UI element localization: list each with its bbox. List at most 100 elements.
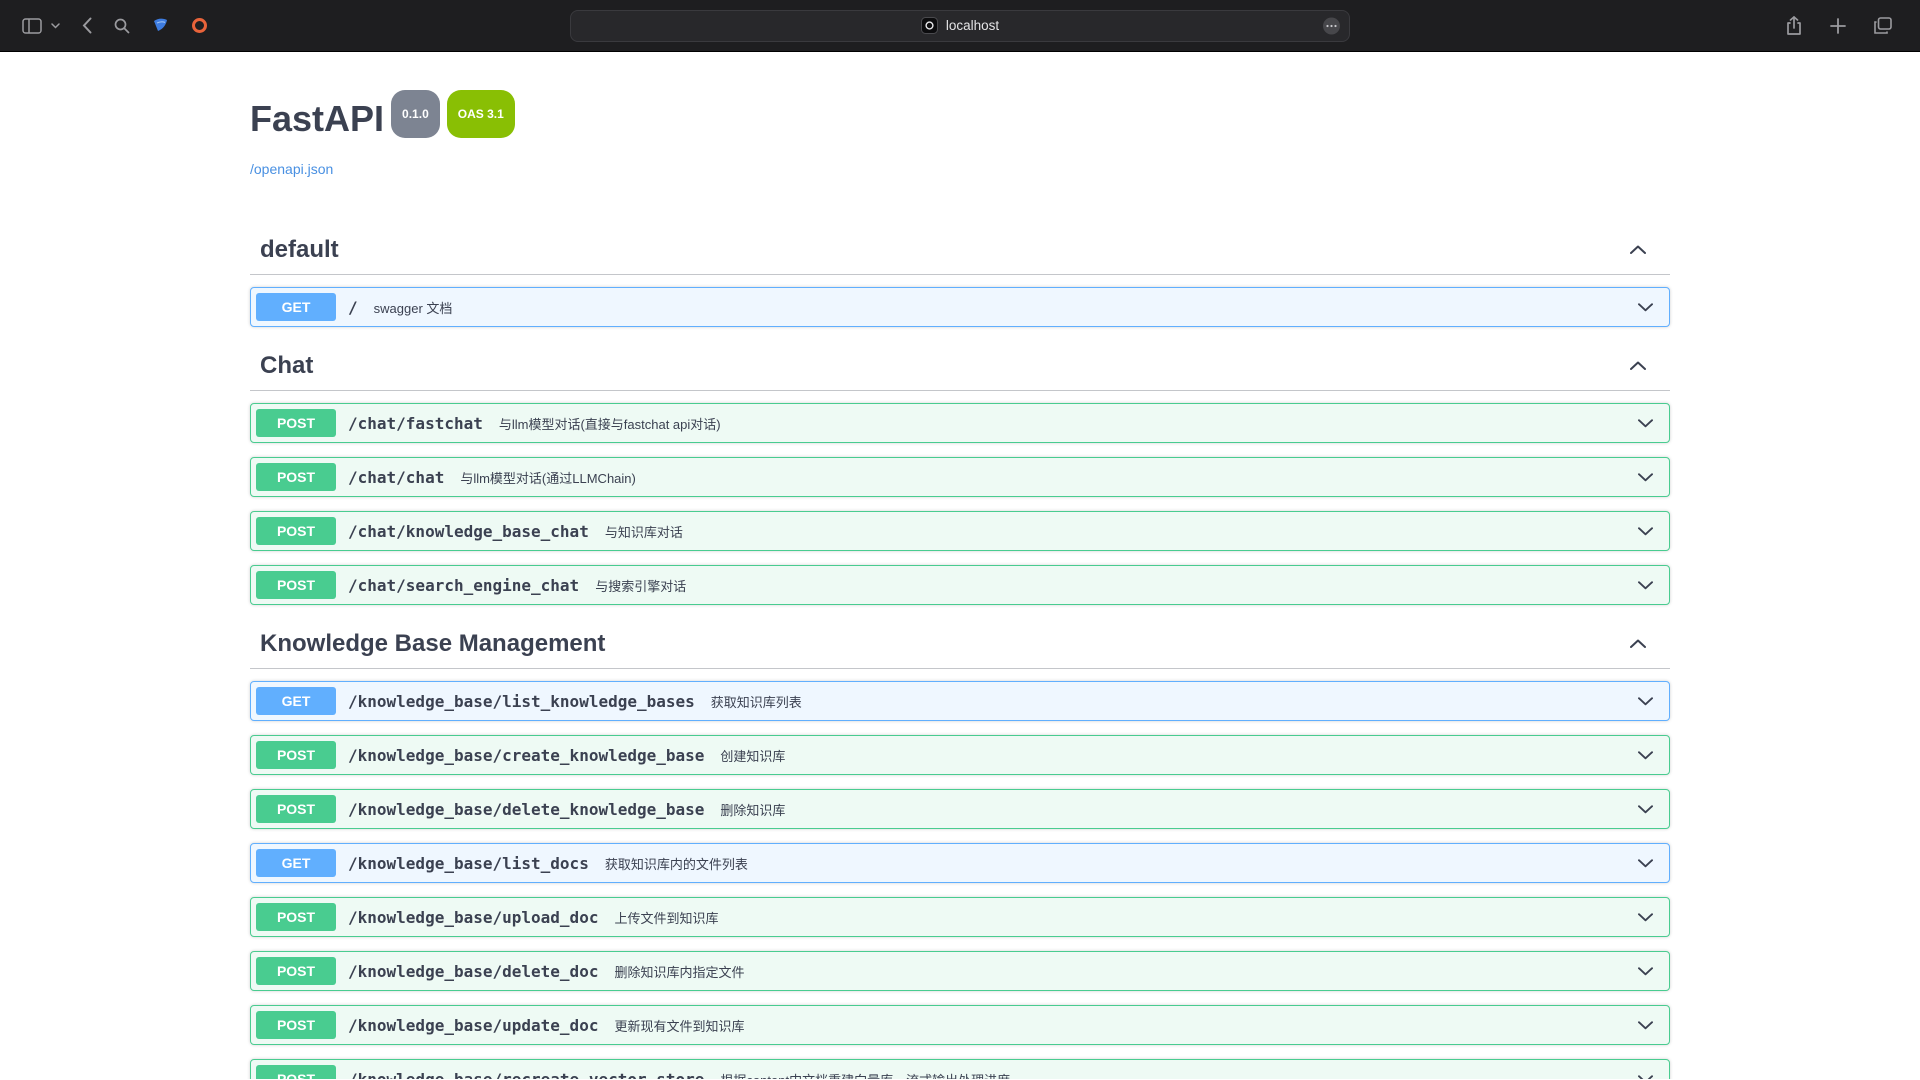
method-badge: POST <box>256 795 336 823</box>
api-info: FastAPI0.1.0OAS 3.1 /openapi.json <box>250 98 1670 179</box>
method-badge: POST <box>256 463 336 491</box>
chevron-down-icon <box>1638 1075 1653 1080</box>
pinned-tab-blue-icon <box>152 17 169 34</box>
browser-toolbar: localhost <box>0 0 1920 52</box>
expand-operation-button[interactable] <box>1638 913 1653 922</box>
back-button[interactable] <box>80 15 94 36</box>
section-header[interactable]: default <box>250 225 1670 275</box>
share-icon <box>1786 16 1802 35</box>
pinned-tab-blue-button[interactable] <box>150 15 171 36</box>
operations-list: POST /chat/fastchat 与llm模型对话(直接与fastchat… <box>250 403 1670 605</box>
method-badge: POST <box>256 1065 336 1079</box>
operation-row[interactable]: POST /knowledge_base/delete_knowledge_ba… <box>250 789 1670 829</box>
expand-operation-button[interactable] <box>1638 859 1653 868</box>
chevron-down-icon <box>1638 913 1653 922</box>
pinned-tab-orange-icon <box>191 17 208 34</box>
search-button[interactable] <box>112 16 132 36</box>
expand-operation-button[interactable] <box>1638 527 1653 536</box>
page-menu-button[interactable] <box>1322 16 1341 35</box>
expand-operation-button[interactable] <box>1638 1075 1653 1080</box>
section-title: Chat <box>260 351 313 380</box>
expand-operation-button[interactable] <box>1638 805 1653 814</box>
method-badge: POST <box>256 517 336 545</box>
sidebar-toggle-icon <box>22 18 42 34</box>
operation-path: /knowledge_base/recreate_vector_store <box>348 1070 704 1080</box>
operation-description: 上传文件到知识库 <box>614 908 718 927</box>
method-badge: GET <box>256 687 336 715</box>
expand-operation-button[interactable] <box>1638 751 1653 760</box>
chevron-down-icon <box>1638 581 1653 590</box>
section-header[interactable]: Chat <box>250 341 1670 391</box>
method-badge: GET <box>256 849 336 877</box>
operation-row[interactable]: GET / swagger 文档 <box>250 287 1670 327</box>
chevron-down-icon <box>1638 967 1653 976</box>
operation-row[interactable]: POST /chat/search_engine_chat 与搜索引擎对话 <box>250 565 1670 605</box>
sidebar-menu-button[interactable] <box>49 21 62 31</box>
version-badge: 0.1.0 <box>391 90 440 138</box>
section-title: default <box>260 235 339 264</box>
chevron-down-icon <box>1638 303 1653 312</box>
expand-operation-button[interactable] <box>1638 581 1653 590</box>
operation-row[interactable]: POST /knowledge_base/upload_doc 上传文件到知识库 <box>250 897 1670 937</box>
operation-path: /chat/chat <box>348 468 444 487</box>
expand-operation-button[interactable] <box>1638 473 1653 482</box>
chevron-left-icon <box>82 17 92 34</box>
method-badge: GET <box>256 293 336 321</box>
new-tab-button[interactable] <box>1828 16 1848 36</box>
collapse-section-button[interactable] <box>1630 639 1646 648</box>
method-badge: POST <box>256 903 336 931</box>
operation-description: 与知识库对话 <box>605 522 683 541</box>
pinned-tab-orange-button[interactable] <box>189 15 210 36</box>
operations-list: GET / swagger 文档 <box>250 287 1670 327</box>
operation-description: 根据content中文档重建向量库，流式输出处理进度。 <box>720 1070 1023 1080</box>
operation-description: swagger 文档 <box>374 298 453 317</box>
chevron-down-icon <box>1638 473 1653 482</box>
operation-path: /chat/fastchat <box>348 414 483 433</box>
operation-row[interactable]: POST /knowledge_base/delete_doc 删除知识库内指定… <box>250 951 1670 991</box>
chevron-down-icon <box>1638 1021 1653 1030</box>
expand-operation-button[interactable] <box>1638 1021 1653 1030</box>
operation-path: /chat/search_engine_chat <box>348 576 579 595</box>
operation-row[interactable]: POST /chat/knowledge_base_chat 与知识库对话 <box>250 511 1670 551</box>
method-badge: POST <box>256 409 336 437</box>
expand-operation-button[interactable] <box>1638 419 1653 428</box>
expand-operation-button[interactable] <box>1638 967 1653 976</box>
share-button[interactable] <box>1784 14 1804 37</box>
collapse-section-button[interactable] <box>1630 245 1646 254</box>
openapi-spec-link[interactable]: /openapi.json <box>250 161 333 177</box>
api-title-text: FastAPI <box>250 98 384 139</box>
operation-row[interactable]: POST /knowledge_base/create_knowledge_ba… <box>250 735 1670 775</box>
api-tag-section: default GET / swagger 文档 <box>250 225 1670 327</box>
operation-row[interactable]: POST /knowledge_base/update_doc 更新现有文件到知… <box>250 1005 1670 1045</box>
operation-path: /knowledge_base/delete_knowledge_base <box>348 800 704 819</box>
operation-row[interactable]: POST /chat/chat 与llm模型对话(通过LLMChain) <box>250 457 1670 497</box>
operation-description: 删除知识库 <box>720 800 785 819</box>
operation-description: 与llm模型对话(通过LLMChain) <box>460 468 636 487</box>
expand-operation-button[interactable] <box>1638 697 1653 706</box>
section-header[interactable]: Knowledge Base Management <box>250 619 1670 669</box>
api-sections: default GET / swagger 文档 Chat <box>250 225 1670 1079</box>
operation-row[interactable]: GET /knowledge_base/list_knowledge_bases… <box>250 681 1670 721</box>
operations-list: GET /knowledge_base/list_knowledge_bases… <box>250 681 1670 1079</box>
plus-icon <box>1830 18 1846 34</box>
operation-row[interactable]: GET /knowledge_base/list_docs 获取知识库内的文件列… <box>250 843 1670 883</box>
content-wrapper: FastAPI0.1.0OAS 3.1 /openapi.json defaul… <box>250 52 1670 1079</box>
sidebar-toggle-button[interactable] <box>20 16 44 36</box>
api-tag-section: Knowledge Base Management GET /knowledge… <box>250 619 1670 1079</box>
operation-path: /knowledge_base/upload_doc <box>348 908 598 927</box>
operation-description: 获取知识库列表 <box>711 692 802 711</box>
collapse-section-button[interactable] <box>1630 361 1646 370</box>
chevron-up-icon <box>1630 639 1646 648</box>
section-title: Knowledge Base Management <box>260 629 605 658</box>
operation-row[interactable]: POST /knowledge_base/recreate_vector_sto… <box>250 1059 1670 1079</box>
tab-overview-button[interactable] <box>1872 15 1894 36</box>
address-bar[interactable]: localhost <box>570 10 1350 42</box>
expand-operation-button[interactable] <box>1638 303 1653 312</box>
search-icon <box>114 18 130 34</box>
swagger-ui-page: FastAPI0.1.0OAS 3.1 /openapi.json defaul… <box>0 52 1920 1079</box>
method-badge: POST <box>256 571 336 599</box>
method-badge: POST <box>256 741 336 769</box>
chevron-down-icon <box>1638 419 1653 428</box>
operation-description: 创建知识库 <box>720 746 785 765</box>
operation-row[interactable]: POST /chat/fastchat 与llm模型对话(直接与fastchat… <box>250 403 1670 443</box>
